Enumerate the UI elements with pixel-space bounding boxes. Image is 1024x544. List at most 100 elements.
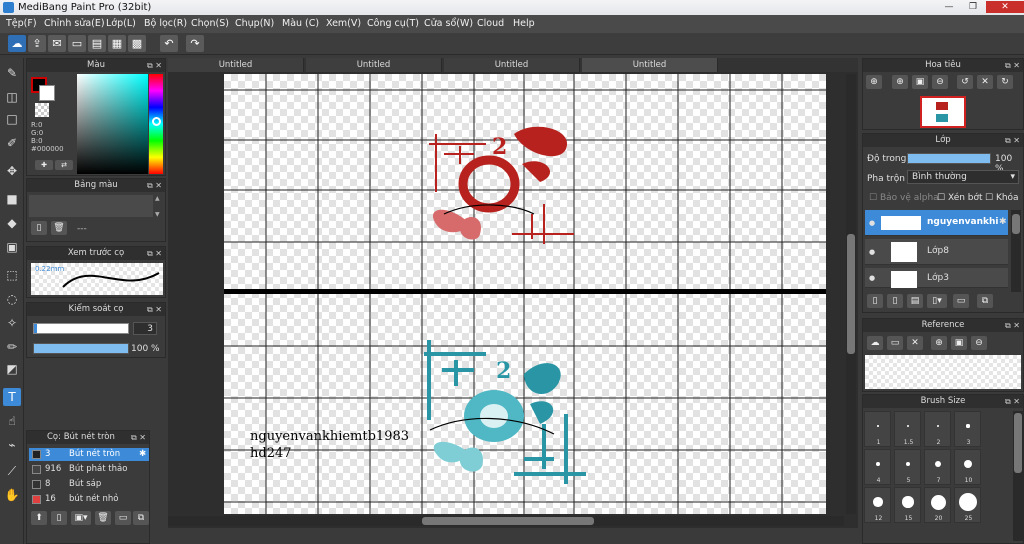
panel-popout-icon[interactable]: ⧉ ✕	[1005, 59, 1020, 72]
select-eraser-icon[interactable]: ◩	[3, 360, 21, 378]
copy-layer-icon[interactable]: ▤	[907, 294, 923, 308]
select-rect-icon[interactable]: ⬚	[3, 266, 21, 284]
horizontal-scroll-thumb[interactable]	[422, 517, 594, 525]
tab-document[interactable]: Untitled	[306, 58, 442, 72]
operation-tool-icon[interactable]: ☝	[3, 412, 21, 430]
zoom-in-icon[interactable]: ⊕	[931, 336, 947, 350]
layer-scrollbar[interactable]	[1011, 210, 1021, 292]
tab-document[interactable]: Untitled	[168, 58, 304, 72]
brush-size-cell[interactable]: 3	[954, 411, 981, 447]
reference-canvas[interactable]	[865, 355, 1021, 389]
menu-cloud[interactable]: Cloud	[475, 15, 506, 33]
gear-icon[interactable]: ✱	[999, 217, 1007, 227]
zoom-out-icon[interactable]: ⊖	[932, 75, 948, 89]
transparent-swatch[interactable]	[35, 103, 49, 117]
fill-rect-tool-icon[interactable]: ■	[3, 190, 21, 208]
select-pen-icon[interactable]: ✏	[3, 338, 21, 356]
brush-item[interactable]: 8 Bút sáp	[29, 478, 149, 491]
brush-size-cell[interactable]: 15	[894, 487, 921, 523]
gear-icon[interactable]: ✱	[139, 448, 146, 461]
brush-size-value[interactable]: 3	[133, 322, 157, 335]
pen-tool-icon[interactable]: ✐	[3, 134, 21, 152]
delete-palette-icon[interactable]: 🗑	[51, 221, 67, 235]
vertical-scrollbar[interactable]	[846, 74, 856, 514]
layer-opacity-slider[interactable]	[907, 153, 991, 164]
panel-popout-icon[interactable]: ⧉ ✕	[131, 431, 146, 444]
menu-view[interactable]: Xem(V)	[324, 15, 363, 33]
panel-popout-icon[interactable]: ⧉ ✕	[147, 179, 162, 192]
brush-size-cell[interactable]: 20	[924, 487, 951, 523]
protect-alpha-checkbox[interactable]: ☐ Bảo vệ alpha	[869, 193, 939, 203]
menu-select[interactable]: Chọn(S)	[189, 15, 231, 33]
delete-brush-icon[interactable]: 🗑	[95, 511, 111, 525]
brush-menu-icon[interactable]: ▣▾	[71, 511, 91, 525]
layer-item[interactable]: ● Lớp8	[865, 239, 1008, 265]
cloud-download-icon[interactable]: ☁	[867, 336, 883, 350]
swap-color-button[interactable]: ⇄	[55, 160, 73, 170]
saturation-value-picker[interactable]	[77, 74, 148, 174]
brush-size-cell[interactable]: 25	[954, 487, 981, 523]
menu-filter[interactable]: Bộ lọc(R)	[142, 15, 189, 33]
navigator-thumbnail[interactable]	[920, 96, 966, 128]
brush-size-cell[interactable]: 5	[894, 449, 921, 485]
layer-item[interactable]: ● Lớp3	[865, 268, 1008, 288]
blend-mode-select[interactable]: Bình thường ▾	[907, 170, 1019, 184]
brush-size-cell[interactable]: 1.5	[894, 411, 921, 447]
pages-icon[interactable]: ▦	[108, 35, 126, 52]
cloud-icon[interactable]: ☁	[8, 35, 26, 52]
brush-item[interactable]: 3 Bút nét tròn ✱	[29, 448, 149, 461]
horizontal-scrollbar[interactable]	[168, 516, 844, 526]
bucket-tool-icon[interactable]: ◆	[3, 214, 21, 232]
brush-item[interactable]: 16 bút nét nhỏ	[29, 493, 149, 506]
new-layer-icon[interactable]: ▯	[867, 294, 883, 308]
hue-handle[interactable]	[152, 117, 161, 126]
brush-opacity-slider[interactable]	[33, 343, 129, 354]
text-tool-icon[interactable]: T	[3, 388, 21, 406]
palette-area[interactable]	[29, 195, 153, 217]
duplicate-icon[interactable]: ⧉	[133, 511, 149, 525]
layer-menu-icon[interactable]: ▯▾	[927, 294, 947, 308]
tab-document-active[interactable]: Untitled	[582, 58, 718, 72]
fit-icon[interactable]: ▣	[951, 336, 967, 350]
menu-layer[interactable]: Lớp(L)	[104, 15, 138, 33]
panel-popout-icon[interactable]: ⧉ ✕	[147, 247, 162, 260]
palette-scroll[interactable]: ▲ ▼	[155, 195, 163, 218]
share-icon[interactable]: ⇪	[28, 35, 46, 52]
panel-popout-icon[interactable]: ⧉ ✕	[1005, 134, 1020, 147]
menu-tools[interactable]: Công cụ(T)	[365, 15, 421, 33]
sub-color-swatch[interactable]	[39, 85, 55, 101]
eye-icon[interactable]: ●	[869, 248, 875, 256]
new-layer-icon-2[interactable]: ▯	[887, 294, 903, 308]
brush-size-cell[interactable]: 12	[864, 487, 891, 523]
tab-document[interactable]: Untitled	[444, 58, 580, 72]
brush-size-cell[interactable]: 1	[864, 411, 891, 447]
hand-tool-icon[interactable]: ✋	[3, 486, 21, 504]
grid-icon[interactable]: ▩	[128, 35, 146, 52]
add-color-button[interactable]: ✚	[35, 160, 53, 170]
menu-capture[interactable]: Chụp(N)	[233, 15, 276, 33]
lock-checkbox[interactable]: ☐ Khóa	[985, 193, 1019, 203]
menu-color[interactable]: Màu (C)	[280, 15, 321, 33]
menu-file[interactable]: Tệp(F)	[4, 15, 39, 33]
eyedropper-icon[interactable]: ⌁	[3, 436, 21, 454]
add-brush-icon[interactable]: ⬆	[31, 511, 47, 525]
duplicate-icon[interactable]: ⧉	[977, 294, 993, 308]
eye-icon[interactable]: ●	[869, 274, 875, 282]
zoom-in-icon[interactable]: ⊕	[892, 75, 908, 89]
brush-size-scrollbar[interactable]	[1013, 411, 1023, 541]
flip-icon[interactable]: ✕	[977, 75, 993, 89]
panel-popout-icon[interactable]: ⧉ ✕	[1005, 319, 1020, 332]
canvas-text[interactable]: nguyenvankhiemtb1983 hd247	[250, 428, 409, 462]
comment-icon[interactable]: ▭	[68, 35, 86, 52]
menu-window[interactable]: Cửa sổ(W)	[422, 15, 475, 33]
rotate-left-icon[interactable]: ↺	[957, 75, 973, 89]
folder-icon[interactable]: ▭	[115, 511, 131, 525]
eraser-tool-icon[interactable]: ◫	[3, 88, 21, 106]
brush-size-cell[interactable]: 7	[924, 449, 951, 485]
undo-icon[interactable]: ↶	[160, 35, 178, 52]
drawing-canvas[interactable]: 2 2 nguyenvankhiemtb1983 hd247	[224, 74, 826, 514]
redo-icon[interactable]: ↷	[186, 35, 204, 52]
brush-size-cell[interactable]: 2	[924, 411, 951, 447]
vertical-scroll-thumb[interactable]	[847, 234, 855, 354]
brush-item[interactable]: 916 Bút phát thảo	[29, 463, 149, 476]
